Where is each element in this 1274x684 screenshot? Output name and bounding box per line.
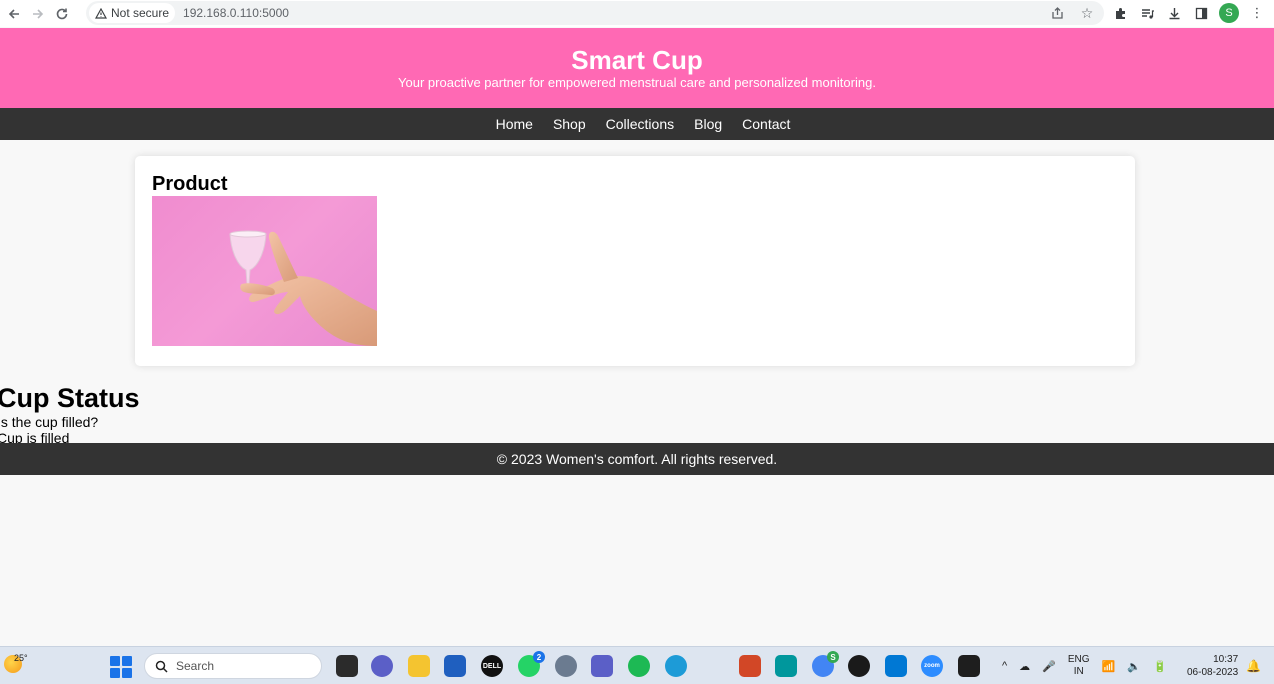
powerpoint-icon[interactable] (739, 655, 761, 677)
nav-link-home[interactable]: Home (496, 116, 533, 132)
site-tagline: Your proactive partner for empowered men… (398, 75, 876, 90)
back-arrow-icon[interactable] (2, 2, 26, 26)
cup-status-question: Is the cup filled? (0, 414, 99, 430)
chrome-icon[interactable]: S (812, 651, 839, 677)
footer-copyright: © 2023 Women's comfort. All rights reser… (496, 451, 778, 467)
media-player-icon[interactable] (848, 655, 870, 677)
vscode-icon[interactable] (885, 655, 907, 677)
arduino-icon[interactable] (775, 655, 797, 677)
taskbar-search-placeholder: Search (176, 659, 215, 673)
chat-icon[interactable] (371, 655, 393, 677)
browser-toolbar: Not secure 192.168.0.110:5000 ☆ S ⋮ (0, 0, 1274, 27)
store-icon[interactable] (444, 655, 466, 677)
whatsapp-badge: 2 (533, 651, 545, 663)
side-panel-icon[interactable] (1192, 2, 1210, 24)
address-bar[interactable]: Not secure 192.168.0.110:5000 ☆ (86, 1, 1104, 25)
edge-icon[interactable] (665, 655, 687, 677)
windows-taskbar: 25° Search DELL 2 S zoom ^ ☁ 🎤 ENG IN 📶 … (0, 646, 1274, 684)
task-view-icon[interactable] (336, 655, 358, 677)
file-explorer-icon[interactable] (408, 655, 430, 677)
menstrual-cup-in-hand-icon (229, 230, 377, 346)
nav-link-blog[interactable]: Blog (694, 116, 722, 132)
terminal-icon[interactable] (958, 655, 980, 677)
language-indicator[interactable]: ENG IN (1068, 654, 1090, 678)
start-button-icon[interactable] (110, 656, 132, 678)
whatsapp-icon[interactable]: 2 (518, 651, 545, 677)
product-card: Product (135, 156, 1135, 366)
site-footer: © 2023 Women's comfort. All rights reser… (0, 443, 1274, 475)
battery-icon[interactable]: 🔋 (1153, 660, 1167, 673)
taskbar-clock[interactable]: 10:37 06-08-2023 (1187, 653, 1238, 679)
media-queue-icon[interactable] (1138, 2, 1156, 24)
product-image (152, 196, 377, 346)
profile-avatar[interactable]: S (1219, 3, 1239, 23)
extensions-icon[interactable] (1111, 2, 1129, 24)
system-tray: ^ ☁ 🎤 ENG IN 📶 🔈 🔋 (1002, 652, 1167, 680)
cup-status-section: Cup Status Is the cup filled? Cup is fil… (0, 382, 140, 446)
spotify-icon[interactable] (628, 655, 650, 677)
dell-icon[interactable]: DELL (481, 655, 503, 677)
chevron-up-icon[interactable]: ^ (1002, 660, 1007, 672)
clock-date: 06-08-2023 (1187, 667, 1239, 678)
chrome-profile-badge: S (827, 651, 839, 663)
product-heading: Product (152, 173, 228, 195)
nav-link-contact[interactable]: Contact (742, 116, 790, 132)
share-icon[interactable] (1048, 4, 1066, 22)
security-label: Not secure (111, 6, 170, 20)
nav-link-shop[interactable]: Shop (553, 116, 586, 132)
download-icon[interactable] (1165, 2, 1183, 24)
more-menu-icon[interactable]: ⋮ (1248, 2, 1266, 24)
volume-icon[interactable]: 🔈 (1127, 660, 1141, 673)
language-code: ENG (1067, 654, 1090, 665)
site-nav: Home Shop Collections Blog Contact (0, 108, 1274, 140)
reload-icon[interactable] (50, 2, 74, 26)
cup-status-heading: Cup Status (0, 383, 140, 413)
clock-time: 10:37 (1213, 654, 1239, 665)
wifi-icon[interactable]: 📶 (1102, 660, 1116, 673)
bookmark-star-icon[interactable]: ☆ (1078, 4, 1096, 22)
search-icon (155, 660, 168, 673)
forward-arrow-icon[interactable] (26, 2, 50, 26)
warning-icon (95, 7, 107, 19)
onedrive-icon[interactable]: ☁ (1019, 660, 1030, 673)
zoom-icon[interactable]: zoom (921, 655, 943, 677)
weather-temperature: 25° (14, 653, 28, 663)
taskbar-search-box[interactable]: Search (144, 653, 322, 679)
url-text[interactable]: 192.168.0.110:5000 (183, 6, 289, 20)
microphone-icon[interactable]: 🎤 (1042, 660, 1056, 673)
nav-link-collections[interactable]: Collections (606, 116, 674, 132)
region-code: IN (1073, 666, 1084, 677)
weather-widget[interactable]: 25° (4, 653, 28, 676)
site-header: Smart Cup Your proactive partner for emp… (0, 28, 1274, 108)
settings-icon[interactable] (555, 655, 577, 677)
security-chip[interactable]: Not secure (89, 3, 176, 23)
notification-bell-icon[interactable]: 🔔 (1246, 659, 1261, 673)
teams-icon[interactable] (591, 655, 613, 677)
site-title: Smart Cup (571, 45, 703, 75)
